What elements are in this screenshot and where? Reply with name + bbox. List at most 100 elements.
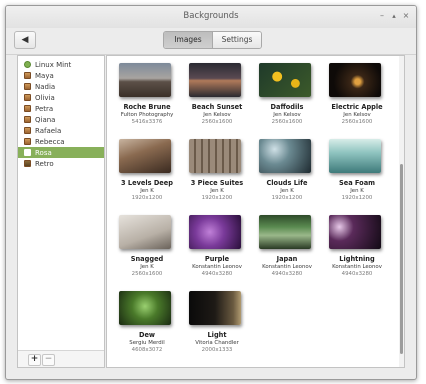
sidebar-item-label: Petra xyxy=(35,104,54,113)
background-thumbnail[interactable] xyxy=(189,139,241,173)
background-name: Daffodils xyxy=(270,103,304,111)
background-resolution: 1920x1200 xyxy=(201,195,233,201)
sidebar-item-maya[interactable]: Maya xyxy=(18,70,104,81)
background-thumbnail[interactable] xyxy=(329,139,381,173)
background-tile[interactable]: Electric Apple Jen Kelsov 2560x1600 xyxy=(322,63,392,137)
folder-icon xyxy=(24,138,31,145)
back-arrow-icon: ◀ xyxy=(21,35,29,45)
sidebar-item-rebecca[interactable]: Rebecca xyxy=(18,136,104,147)
background-thumbnail[interactable] xyxy=(259,215,311,249)
background-author: Konstantin Leonov xyxy=(332,264,382,270)
background-tile[interactable]: 3 Piece Suites Jen K 1920x1200 xyxy=(182,139,252,213)
background-tile[interactable]: Light Vitoria Chandler 2000x1333 xyxy=(182,291,252,365)
background-resolution: 1920x1200 xyxy=(131,195,163,201)
folder-icon xyxy=(24,72,31,79)
back-button[interactable]: ◀ xyxy=(14,31,36,49)
background-author: Jen K xyxy=(350,188,364,194)
folder-icon xyxy=(24,127,31,134)
background-author: Jen Kelsov xyxy=(273,112,301,118)
sidebar-item-nadia[interactable]: Nadia xyxy=(18,81,104,92)
background-name: Clouds Life xyxy=(266,179,308,187)
background-thumbnail[interactable] xyxy=(119,291,171,325)
sidebar-item-label: Maya xyxy=(35,71,54,80)
background-author: Vitoria Chandler xyxy=(195,340,239,346)
collections-list: Linux Mint Maya Nadia Olivia Petra Qiana Rafae… xyxy=(18,59,104,169)
background-resolution: 2560x1600 xyxy=(201,119,233,125)
background-thumbnail[interactable] xyxy=(189,291,241,325)
sidebar-item-petra[interactable]: Petra xyxy=(18,103,104,114)
background-name: Light xyxy=(207,331,227,339)
background-author: Fulton Photography xyxy=(120,112,174,118)
background-resolution: 4940x3280 xyxy=(201,271,233,277)
sidebar-item-label: Qiana xyxy=(35,115,56,124)
sidebar-item-qiana[interactable]: Qiana xyxy=(18,114,104,125)
background-thumbnail[interactable] xyxy=(119,63,171,97)
background-resolution: 1920x1200 xyxy=(341,195,373,201)
background-author: Jen Kelsov xyxy=(203,112,231,118)
add-collection-button[interactable]: + xyxy=(28,354,41,366)
sidebar-item-label: Linux Mint xyxy=(35,60,72,69)
background-name: Dew xyxy=(138,331,156,339)
background-thumbnail[interactable] xyxy=(329,63,381,97)
minimize-icon[interactable]: – xyxy=(377,11,387,21)
close-icon[interactable]: × xyxy=(401,11,411,21)
background-author: Sergiu Merdil xyxy=(129,340,165,346)
background-author: Jen Kelsov xyxy=(343,112,371,118)
sidebar-item-rosa[interactable]: Rosa xyxy=(18,147,104,158)
background-tile[interactable]: 3 Levels Deep Jen K 1920x1200 xyxy=(112,139,182,213)
background-thumbnail[interactable] xyxy=(259,63,311,97)
scrollbar-thumb[interactable] xyxy=(400,164,403,354)
background-tile[interactable]: Roche Brune Fulton Photography 5416x3376 xyxy=(112,63,182,137)
tab-settings[interactable]: Settings xyxy=(213,32,261,48)
sidebar-item-rafaela[interactable]: Rafaela xyxy=(18,125,104,136)
maximize-icon[interactable]: ▴ xyxy=(389,11,399,21)
sidebar-item-label: Rafaela xyxy=(35,126,62,135)
background-tile[interactable]: Sea Foam Jen K 1920x1200 xyxy=(322,139,392,213)
sidebar-item-label: Rebecca xyxy=(35,137,65,146)
background-resolution: 1920x1200 xyxy=(271,195,303,201)
background-resolution: 2560x1600 xyxy=(131,271,163,277)
sidebar-footer: + − xyxy=(18,350,104,367)
background-resolution: 4940x3280 xyxy=(341,271,373,277)
background-resolution: 4940x3280 xyxy=(271,271,303,277)
background-thumbnail[interactable] xyxy=(329,215,381,249)
tab-images[interactable]: Images xyxy=(164,32,213,48)
background-author: Jen K xyxy=(140,264,154,270)
view-tabs: Images Settings xyxy=(163,31,262,49)
background-resolution: 2560x1600 xyxy=(271,119,303,125)
sidebar-item-olivia[interactable]: Olivia xyxy=(18,92,104,103)
backgrounds-window: Backgrounds – ▴ × ◀ Images Settings Linu… xyxy=(5,5,417,380)
background-tile[interactable]: Dew Sergiu Merdil 4608x3072 xyxy=(112,291,182,365)
remove-collection-button[interactable]: − xyxy=(42,354,55,366)
background-thumbnail[interactable] xyxy=(259,139,311,173)
background-thumbnail[interactable] xyxy=(119,139,171,173)
background-author: Konstantin Leonov xyxy=(262,264,312,270)
background-name: Snagged xyxy=(130,255,164,263)
background-resolution: 4608x3072 xyxy=(131,347,163,353)
background-tile[interactable]: Lightning Konstantin Leonov 4940x3280 xyxy=(322,215,392,289)
background-tile[interactable]: Daffodils Jen Kelsov 2560x1600 xyxy=(252,63,322,137)
background-tile[interactable]: Snagged Jen K 2560x1600 xyxy=(112,215,182,289)
sidebar-item-label: Rosa xyxy=(35,148,52,157)
background-author: Jen K xyxy=(280,188,294,194)
background-tile[interactable]: Clouds Life Jen K 1920x1200 xyxy=(252,139,322,213)
background-thumbnail[interactable] xyxy=(119,215,171,249)
sidebar-item-linux-mint[interactable]: Linux Mint xyxy=(18,59,104,70)
sidebar-item-retro[interactable]: Retro xyxy=(18,158,104,169)
background-thumbnail[interactable] xyxy=(189,215,241,249)
folder-icon xyxy=(24,105,31,112)
background-tile[interactable]: Purple Konstantin Leonov 4940x3280 xyxy=(182,215,252,289)
title-bar[interactable]: Backgrounds – ▴ × xyxy=(6,6,416,28)
folder-icon xyxy=(24,83,31,90)
background-name: Lightning xyxy=(339,255,375,263)
background-author: Jen K xyxy=(140,188,154,194)
background-tile[interactable]: Beach Sunset Jen Kelsov 2560x1600 xyxy=(182,63,252,137)
background-tile[interactable]: Japan Konstantin Leonov 4940x3280 xyxy=(252,215,322,289)
vertical-scrollbar[interactable] xyxy=(399,56,404,367)
background-thumbnail[interactable] xyxy=(189,63,241,97)
folder-icon xyxy=(24,160,31,167)
background-name: Electric Apple xyxy=(331,103,383,111)
sidebar-item-label: Nadia xyxy=(35,82,56,91)
sidebar-item-label: Olivia xyxy=(35,93,55,102)
background-name: 3 Piece Suites xyxy=(190,179,244,187)
